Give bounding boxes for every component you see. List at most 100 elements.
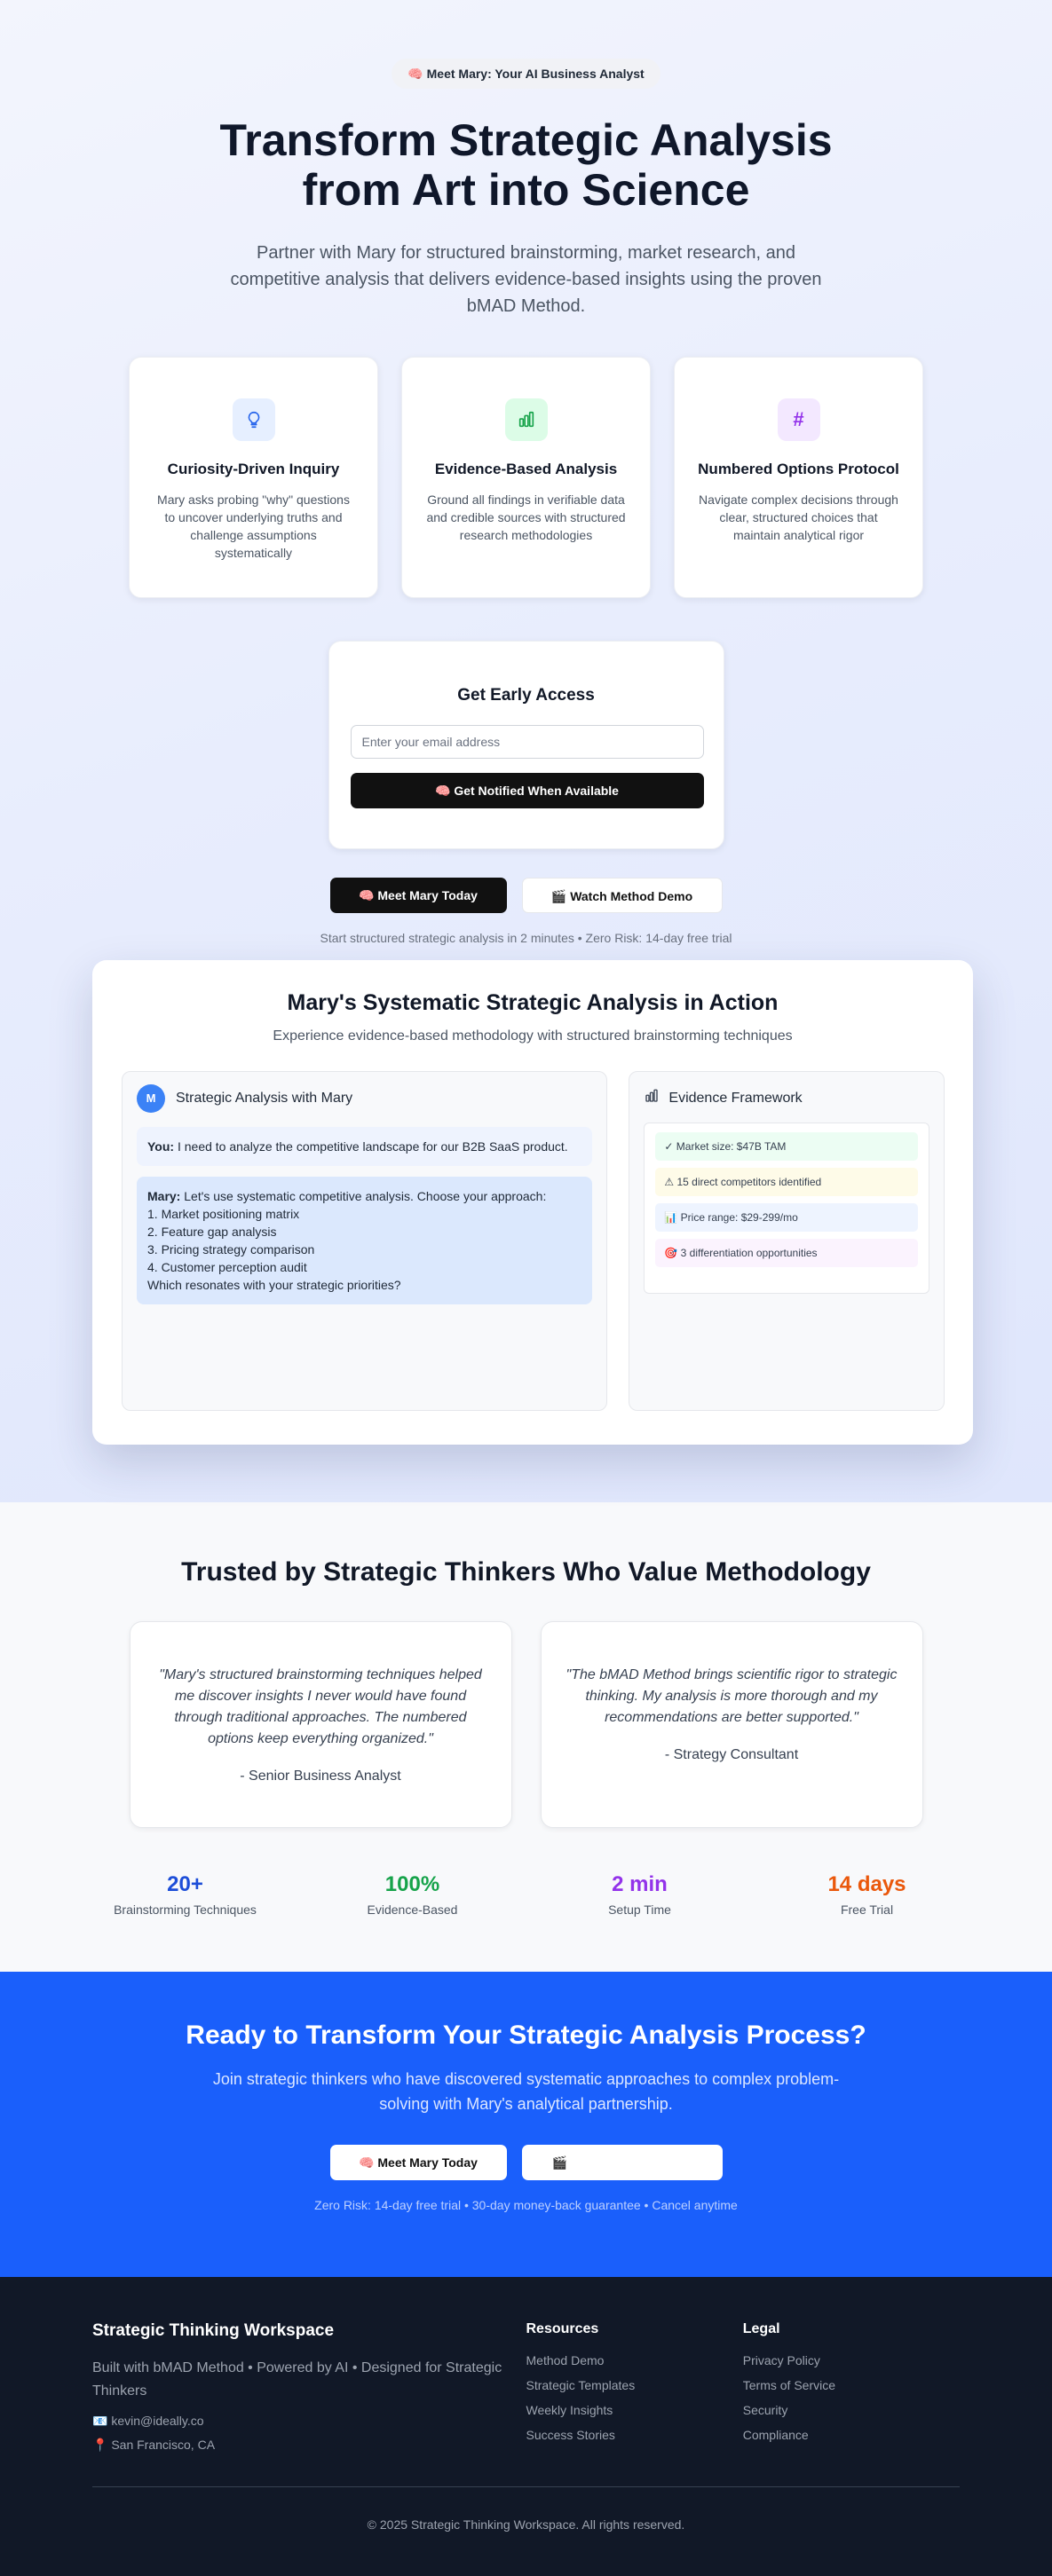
lightbulb-icon — [232, 398, 275, 441]
stat-value: 2 min — [612, 1872, 668, 1896]
footer-link-compliance[interactable]: Compliance — [743, 2428, 960, 2442]
evidence-list: ✓ Market size: $47B TAM ⚠ 15 direct comp… — [644, 1123, 929, 1294]
footer-link-method-demo[interactable]: Method Demo — [526, 2353, 743, 2367]
footer-divider — [92, 2486, 960, 2487]
demo-panel: Mary's Systematic Strategic Analysis in … — [92, 960, 973, 1445]
stats-row: 20+ Brainstorming Techniques 100% Eviden… — [0, 1872, 1052, 1917]
evidence-item: 🎯 3 differentiation opportunities — [655, 1239, 918, 1267]
stat-value: 20+ — [167, 1872, 203, 1896]
testimonial-card: "The bMAD Method brings scientific rigor… — [540, 1621, 923, 1828]
mary-message: Mary: Let's use systematic competitive a… — [137, 1177, 593, 1304]
testimonials-section: Trusted by Strategic Thinkers Who Value … — [0, 1502, 1052, 1972]
testimonials-title: Trusted by Strategic Thinkers Who Value … — [181, 1557, 871, 1587]
user-message-text: I need to analyze the competitive landsc… — [177, 1139, 568, 1154]
meet-mary-button-bottom[interactable]: 🧠 Meet Mary Today — [329, 2145, 507, 2180]
stat-label: Brainstorming Techniques — [114, 1902, 257, 1917]
stat-label: Evidence-Based — [367, 1902, 458, 1917]
chart-icon — [644, 1088, 660, 1108]
stat-trial: 14 days Free Trial — [754, 1872, 981, 1917]
mary-option: 1. Market positioning matrix — [147, 1207, 300, 1221]
hero-subtitle: Partner with Mary for structured brainst… — [230, 243, 822, 316]
hero-cta-row: 🧠 Meet Mary Today 🎬 Watch Method Demo — [0, 878, 1052, 913]
mary-option: 4. Customer perception audit — [147, 1260, 307, 1274]
demo-subtitle: Experience evidence-based methodology wi… — [273, 1028, 793, 1044]
chat-panel: M Strategic Analysis with Mary You: I ne… — [122, 1071, 608, 1411]
testimonial-author: - Senior Business Analyst — [240, 1769, 401, 1784]
evidence-header: Evidence Framework — [644, 1088, 929, 1108]
watch-demo-button-bottom[interactable]: 🎬 — [521, 2145, 723, 2180]
evidence-title: Evidence Framework — [668, 1090, 803, 1106]
footer-legal: Legal Privacy Policy Terms of Service Se… — [743, 2321, 960, 2453]
footer-brand-name: Strategic Thinking Workspace — [92, 2321, 335, 2340]
demo-columns: M Strategic Analysis with Mary You: I ne… — [122, 1071, 945, 1411]
mary-option: 3. Pricing strategy comparison — [147, 1242, 315, 1256]
chat-header: M Strategic Analysis with Mary — [137, 1084, 592, 1113]
bar-chart-icon — [504, 398, 548, 441]
chat-title: Strategic Analysis with Mary — [176, 1091, 353, 1106]
testimonial-text: "The bMAD Method brings scientific rigor… — [566, 1667, 898, 1725]
mary-option: 2. Feature gap analysis — [147, 1225, 277, 1239]
feature-text: Ground all findings in verifiable data a… — [426, 492, 626, 542]
feature-card-options: # Numbered Options Protocol Navigate com… — [674, 357, 923, 598]
early-access-card: Get Early Access 🧠 Get Notified When Ava… — [328, 641, 724, 849]
feature-title: Numbered Options Protocol — [698, 461, 899, 477]
testimonial-card: "Mary's structured brainstorming techniq… — [129, 1621, 512, 1828]
stat-label: Free Trial — [840, 1902, 894, 1917]
feature-title: Evidence-Based Analysis — [434, 461, 618, 477]
notify-button[interactable]: 🧠 Get Notified When Available — [350, 773, 704, 808]
footer-link-strategic-templates[interactable]: Strategic Templates — [526, 2378, 743, 2392]
evidence-item: ⚠ 15 direct competitors identified — [655, 1168, 918, 1196]
bottom-fine-print: Zero Risk: 14-day free trial • 30-day mo… — [314, 2198, 738, 2212]
footer-copyright: © 2025 Strategic Thinking Workspace. All… — [367, 2517, 685, 2532]
mary-intro: Let's use systematic competitive analysi… — [184, 1189, 547, 1203]
evidence-panel: Evidence Framework ✓ Market size: $47B T… — [629, 1071, 945, 1411]
stat-value: 100% — [384, 1872, 440, 1896]
early-access-title: Get Early Access — [457, 686, 595, 705]
footer-brand: Strategic Thinking Workspace Built with … — [92, 2321, 526, 2453]
testimonial-text: "Mary's structured brainstorming techniq… — [159, 1667, 482, 1746]
footer-resources-title: Resources — [526, 2321, 599, 2336]
stat-label: Setup Time — [608, 1902, 671, 1917]
meet-mary-button[interactable]: 🧠 Meet Mary Today — [329, 878, 507, 913]
footer-link-success-stories[interactable]: Success Stories — [526, 2428, 743, 2442]
feature-title: Curiosity-Driven Inquiry — [167, 461, 340, 477]
bottom-cta-section: Ready to Transform Your Strategic Analys… — [0, 1972, 1052, 2277]
footer-legal-title: Legal — [742, 2321, 780, 2336]
bottom-cta-title: Ready to Transform Your Strategic Analys… — [186, 2021, 866, 2050]
footer: Strategic Thinking Workspace Built with … — [0, 2277, 1052, 2576]
footer-link-weekly-insights[interactable]: Weekly Insights — [526, 2403, 743, 2417]
stat-evidence: 100% Evidence-Based — [299, 1872, 526, 1917]
watch-demo-button[interactable]: 🎬 Watch Method Demo — [521, 878, 723, 913]
stat-setup: 2 min Setup Time — [526, 1872, 754, 1917]
testimonial-author: - Strategy Consultant — [664, 1747, 799, 1762]
footer-email[interactable]: 📧 kevin@ideally.co — [92, 2414, 526, 2429]
feature-cards: Curiosity-Driven Inquiry Mary asks probi… — [0, 357, 1052, 598]
feature-text: Navigate complex decisions through clear… — [699, 492, 898, 542]
footer-link-security[interactable]: Security — [743, 2403, 960, 2417]
hero-fine-print: Start structured strategic analysis in 2… — [320, 931, 732, 945]
user-label: You: — [147, 1139, 175, 1154]
footer-columns: Strategic Thinking Workspace Built with … — [92, 2321, 960, 2453]
mary-outro: Which resonates with your strategic prio… — [147, 1278, 401, 1292]
footer-link-terms[interactable]: Terms of Service — [743, 2378, 960, 2392]
evidence-item: 📊 Price range: $29-299/mo — [655, 1203, 918, 1232]
demo-title: Mary's Systematic Strategic Analysis in … — [287, 990, 779, 1015]
bottom-cta-row: 🧠 Meet Mary Today 🎬 — [0, 2145, 1052, 2180]
hero-title: Transform Strategic Analysis from Art in… — [219, 115, 833, 215]
hero-section: 🧠 Meet Mary: Your AI Business Analyst Tr… — [0, 0, 1052, 1502]
user-message: You: I need to analyze the competitive l… — [137, 1127, 593, 1166]
evidence-item: ✓ Market size: $47B TAM — [655, 1132, 918, 1161]
avatar: M — [137, 1084, 165, 1113]
footer-link-privacy[interactable]: Privacy Policy — [743, 2353, 960, 2367]
feature-card-inquiry: Curiosity-Driven Inquiry Mary asks probi… — [129, 357, 378, 598]
bottom-cta-subtitle: Join strategic thinkers who have discove… — [212, 2070, 840, 2113]
hero-badge: 🧠 Meet Mary: Your AI Business Analyst — [392, 59, 660, 89]
testimonial-cards: "Mary's structured brainstorming techniq… — [0, 1621, 1052, 1828]
feature-text: Mary asks probing "why" questions to unc… — [157, 492, 350, 560]
email-input[interactable] — [350, 725, 704, 759]
footer-resources: Resources Method Demo Strategic Template… — [526, 2321, 743, 2453]
footer-location: 📍 San Francisco, CA — [92, 2438, 216, 2452]
stat-value: 14 days — [827, 1872, 906, 1896]
footer-tagline: Built with bMAD Method • Powered by AI •… — [92, 2360, 502, 2399]
stat-techniques: 20+ Brainstorming Techniques — [72, 1872, 299, 1917]
